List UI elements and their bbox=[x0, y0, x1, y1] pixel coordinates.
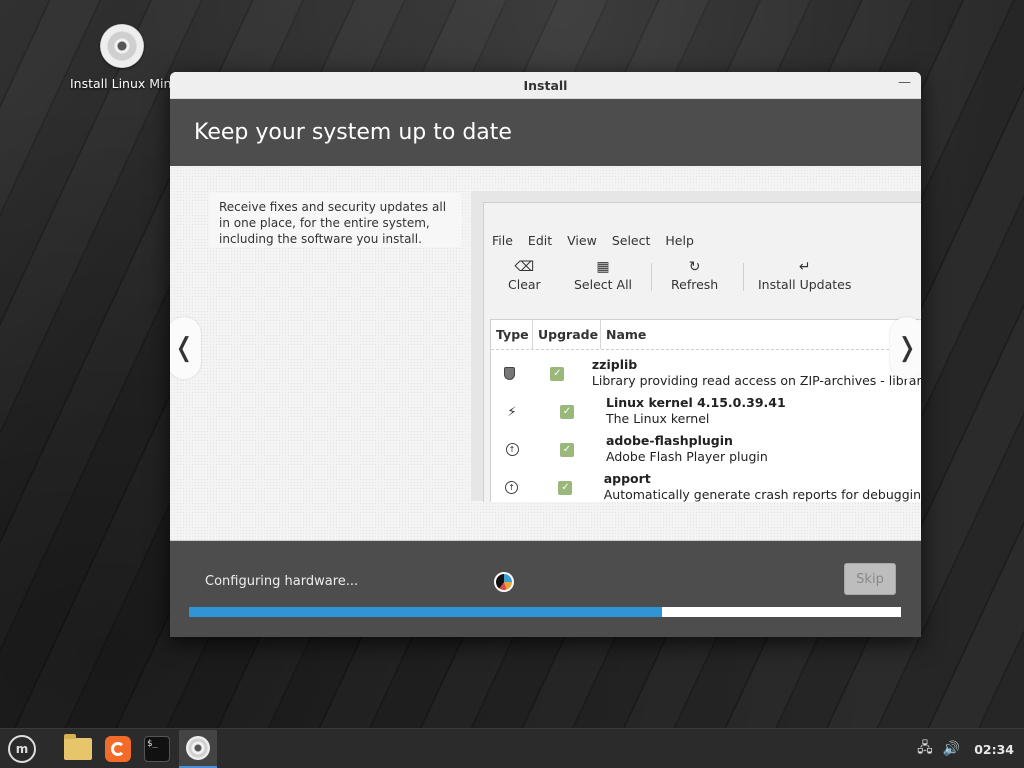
tool-select-all: ▦ Select All bbox=[574, 257, 632, 292]
skip-button[interactable]: Skip bbox=[844, 563, 896, 595]
firefox-launcher[interactable] bbox=[102, 733, 134, 765]
package-name: adobe-flashplugin bbox=[606, 433, 733, 448]
system-tray: 🖧 🔊 02:34 bbox=[917, 729, 1014, 768]
package-name: zziplib bbox=[591, 357, 638, 372]
menu-view: View bbox=[567, 233, 597, 248]
table-row: ↑ ✓ adobe-flashplugin Adobe Flash Player … bbox=[491, 426, 921, 464]
package-name: apport bbox=[603, 471, 651, 486]
tool-label: Select All bbox=[574, 277, 633, 292]
progress-fill bbox=[189, 607, 663, 617]
tool-install-updates: ↵ Install Updates bbox=[758, 257, 851, 292]
package-desc: The Linux kernel bbox=[606, 411, 710, 426]
progress-bar bbox=[189, 607, 901, 617]
checkbox-checked-icon: ✓ bbox=[558, 481, 573, 495]
next-slide-button[interactable]: ❭ bbox=[890, 317, 921, 379]
page-title: Keep your system up to date bbox=[194, 120, 512, 145]
table-row: ⚡ ✓ Linux kernel 4.15.0.39.41 The Linux k… bbox=[491, 388, 921, 426]
column-type: Type bbox=[491, 320, 533, 349]
chevron-left-icon: ❬ bbox=[173, 333, 195, 363]
files-launcher[interactable] bbox=[62, 733, 94, 765]
package-name: Linux kernel 4.15.0.39.41 bbox=[606, 395, 786, 410]
package-desc: Adobe Flash Player plugin bbox=[606, 449, 768, 464]
tool-label: Install Updates bbox=[758, 277, 852, 292]
menu-file: File bbox=[492, 233, 513, 248]
checkbox-checked-icon: ✓ bbox=[560, 405, 574, 419]
tool-refresh: ↻ Refresh bbox=[671, 257, 718, 292]
mock-menubar: File Edit View Select Help bbox=[484, 203, 921, 248]
taskbar: m $_ 🖧 🔊 02:34 bbox=[0, 728, 1024, 768]
page-header: Keep your system up to date bbox=[170, 99, 921, 166]
update-manager-preview: File Edit View Select Help ⌫ Clear ▦ Sel… bbox=[471, 191, 921, 502]
firefox-icon bbox=[105, 736, 131, 762]
window-title: Install bbox=[523, 77, 568, 93]
mock-toolbar: ⌫ Clear ▦ Select All ↻ Refresh ↵ Install… bbox=[484, 257, 921, 307]
shield-icon bbox=[503, 367, 515, 380]
update-manager-window: File Edit View Select Help ⌫ Clear ▦ Sel… bbox=[483, 202, 921, 502]
clock[interactable]: 02:34 bbox=[974, 742, 1014, 757]
progress-panel: Configuring hardware... Skip bbox=[170, 541, 921, 637]
column-upgrade: Upgrade bbox=[533, 320, 601, 349]
tool-label: Clear bbox=[508, 277, 541, 292]
network-icon[interactable]: 🖧 bbox=[917, 737, 933, 761]
disc-icon bbox=[100, 24, 144, 68]
desktop-icon-install[interactable]: Install Linux Mint bbox=[62, 24, 182, 91]
slide-description: Receive fixes and security updates all i… bbox=[210, 193, 462, 247]
upgrade-icon: ↑ bbox=[505, 443, 519, 456]
menu-help: Help bbox=[665, 233, 694, 248]
checkbox-checked-icon: ✓ bbox=[560, 443, 574, 457]
installer-task-button[interactable] bbox=[179, 730, 217, 768]
updates-table: Type Upgrade Name ✓ zziplib Library provi… bbox=[490, 319, 921, 502]
checkbox-checked-icon: ✓ bbox=[550, 367, 565, 381]
table-header: Type Upgrade Name bbox=[491, 320, 921, 350]
clear-icon: ⌫ bbox=[514, 259, 535, 275]
title-bar[interactable]: Install — bbox=[170, 72, 921, 99]
start-menu-button[interactable]: m bbox=[6, 733, 38, 765]
previous-slide-button[interactable]: ❬ bbox=[170, 317, 201, 379]
disc-icon bbox=[186, 736, 210, 760]
chevron-right-icon: ❭ bbox=[896, 333, 918, 363]
mint-menu-icon: m bbox=[8, 735, 36, 763]
toolbar-separator bbox=[651, 263, 652, 291]
select-all-icon: ▦ bbox=[596, 259, 610, 275]
kernel-icon: ⚡ bbox=[507, 405, 517, 420]
install-window: Install — Keep your system up to date Re… bbox=[170, 72, 921, 637]
menu-select: Select bbox=[611, 233, 651, 248]
table-row: ↑ ✓ apport Automatically generate crash r… bbox=[491, 464, 921, 502]
refresh-icon: ↻ bbox=[688, 259, 701, 275]
column-name: Name bbox=[606, 327, 647, 342]
spinner-icon bbox=[494, 572, 514, 592]
terminal-launcher[interactable]: $_ bbox=[141, 733, 173, 765]
table-row: ✓ zziplib Library providing read access o… bbox=[491, 350, 921, 388]
volume-icon[interactable]: 🔊 bbox=[943, 741, 960, 757]
folder-icon bbox=[64, 734, 92, 760]
minimize-button[interactable]: — bbox=[898, 75, 911, 90]
status-text: Configuring hardware... bbox=[205, 574, 359, 589]
package-desc: Automatically generate crash reports for… bbox=[603, 487, 921, 502]
toolbar-separator bbox=[743, 263, 744, 291]
menu-edit: Edit bbox=[527, 233, 553, 248]
tool-label: Refresh bbox=[671, 277, 719, 292]
slideshow: Receive fixes and security updates all i… bbox=[170, 166, 921, 541]
terminal-icon: $_ bbox=[144, 736, 170, 762]
tool-clear: ⌫ Clear bbox=[508, 257, 541, 292]
desktop-icon-label: Install Linux Mint bbox=[70, 76, 177, 91]
upgrade-icon: ↑ bbox=[505, 481, 519, 494]
package-desc: Library providing read access on ZIP-arc… bbox=[591, 373, 921, 388]
install-icon: ↵ bbox=[798, 259, 811, 275]
